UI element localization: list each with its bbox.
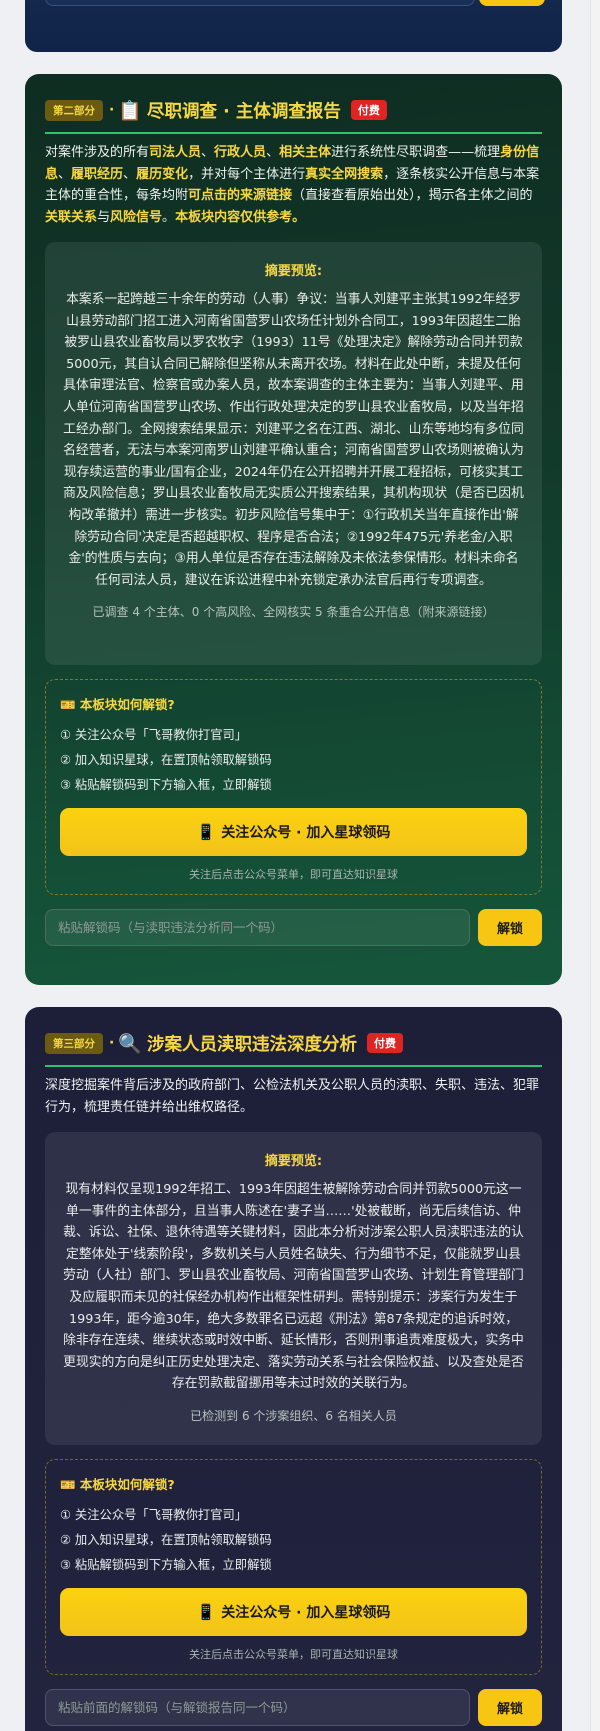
phone-icon: 📱 [196,823,216,841]
page-scrollbar[interactable] [590,0,600,1731]
card-intro: 深度挖掘案件背后涉及的政府部门、公检法机关及公职人员的渎职、失职、违法、犯罪行为… [45,1078,540,1115]
card-intro: 对案件涉及的所有司法人员、行政人员、相关主体进行系统性尽职调查——梳理身份信息、… [45,145,540,225]
paid-badge: 付费 [350,100,387,120]
highlight-term: 真实全网搜索 [305,166,384,182]
unlock-title: 🎫 本板块如何解锁? [60,697,175,712]
unlock-step-1: ① 关注公众号「飞哥教你打官司」 [60,728,248,742]
unlock-instructions: 🎫 本板块如何解锁? ① 关注公众号「飞哥教你打官司」 ② 加入知识星球，在置顶… [45,1459,542,1675]
previous-code-input[interactable] [45,0,475,6]
part-badge: 第三部分 [45,1032,103,1054]
clipboard-icon: 📋 [118,99,142,122]
card-title: 尽职调查 · 主体调查报告 [147,101,341,122]
follow-hint: 关注后点击公众号菜单，即可直达知识星球 [189,868,398,881]
card-header: 第三部分 · 🔍 涉案人员渎职违法深度分析 付费 [45,1029,542,1057]
highlight-term: 相关主体 [279,145,332,160]
highlight-term: 本板块内容仅供参考。 [175,209,306,225]
unlock-instructions: 🎫 本板块如何解锁? ① 关注公众号「飞哥教你打官司」 ② 加入知识星球，在置顶… [45,679,542,895]
magnifier-icon: 🔍 [118,1032,142,1055]
title-dot: · [109,102,115,118]
header-divider [45,1065,542,1067]
follow-button-label: 关注公众号 · 加入星球领码 [221,825,391,841]
phone-icon: 📱 [196,1603,216,1621]
unlock-step-3: ③ 粘贴解锁码到下方输入框，立即解锁 [60,1558,272,1572]
follow-account-button[interactable]: 📱 关注公众号 · 加入星球领码 [60,1588,527,1636]
summary-preview: 摘要预览: 本案系一起跨越三十余年的劳动（人事）争议：当事人刘建平主张其1992… [45,242,542,665]
header-divider [45,132,542,134]
previous-unlock-button[interactable] [479,0,545,6]
summary-stat: 已检测到 6 个涉案组织、6 名相关人员 [190,1408,397,1423]
unlock-title: 🎫 本板块如何解锁? [60,1477,175,1492]
highlight-term: 行政人员 [214,145,267,160]
title-dot: · [109,1035,115,1051]
unlock-code-input[interactable] [45,1689,470,1726]
follow-account-button[interactable]: 📱 关注公众号 · 加入星球领码 [60,808,527,856]
card-title: 涉案人员渎职违法深度分析 [147,1034,357,1055]
unlock-button[interactable]: 解锁 [478,909,542,946]
follow-button-label: 关注公众号 · 加入星球领码 [221,1605,391,1621]
unlock-step-1: ① 关注公众号「飞哥教你打官司」 [60,1508,248,1522]
unlock-step-2: ② 加入知识星球，在置顶帖领取解锁码 [60,753,272,767]
summary-label: 摘要预览: [264,264,323,279]
misconduct-analysis-card: 第三部分 · 🔍 涉案人员渎职违法深度分析 付费 深度挖掘案件背后涉及的政府部门… [25,1007,562,1731]
summary-text: 本案系一起跨越三十余年的劳动（人事）争议：当事人刘建平主张其1992年经罗山县劳… [63,292,524,588]
highlight-term: 履历变化 [136,166,189,182]
unlock-step-2: ② 加入知识星球，在置顶帖领取解锁码 [60,1533,272,1547]
card-header: 第二部分 · 📋 尽职调查 · 主体调查报告 付费 [45,96,542,124]
unlock-code-row: 解锁 [45,1689,542,1726]
paid-badge: 付费 [367,1033,403,1053]
summary-text: 现有材料仅呈现1992年招工、1993年因超生被解除劳动合同并罚款5000元这一… [63,1182,524,1392]
unlock-button[interactable]: 解锁 [478,1689,542,1726]
follow-hint: 关注后点击公众号菜单，即可直达知识星球 [189,1648,398,1661]
unlock-code-row: 解锁 [45,909,542,946]
due-diligence-card: 第二部分 · 📋 尽职调查 · 主体调查报告 付费 对案件涉及的所有司法人员、行… [25,74,562,985]
part-badge: 第二部分 [45,99,103,121]
unlock-step-3: ③ 粘贴解锁码到下方输入框，立即解锁 [60,778,272,792]
highlight-term: 关联关系 [45,209,98,225]
highlight-term: 司法人员 [149,145,202,160]
previous-card-bottom [25,0,562,52]
unlock-code-input[interactable] [45,909,470,946]
highlight-term: 风险信号 [110,209,163,225]
summary-label: 摘要预览: [264,1154,323,1169]
summary-preview: 摘要预览: 现有材料仅呈现1992年招工、1993年因超生被解除劳动合同并罚款5… [45,1132,542,1445]
summary-stat: 已调查 4 个主体、0 个高风险、全网核实 5 条重合公开信息（附来源链接） [92,605,495,620]
highlight-term: 可点击的来源链接 [188,188,293,203]
highlight-term: 履职经历 [71,166,124,182]
